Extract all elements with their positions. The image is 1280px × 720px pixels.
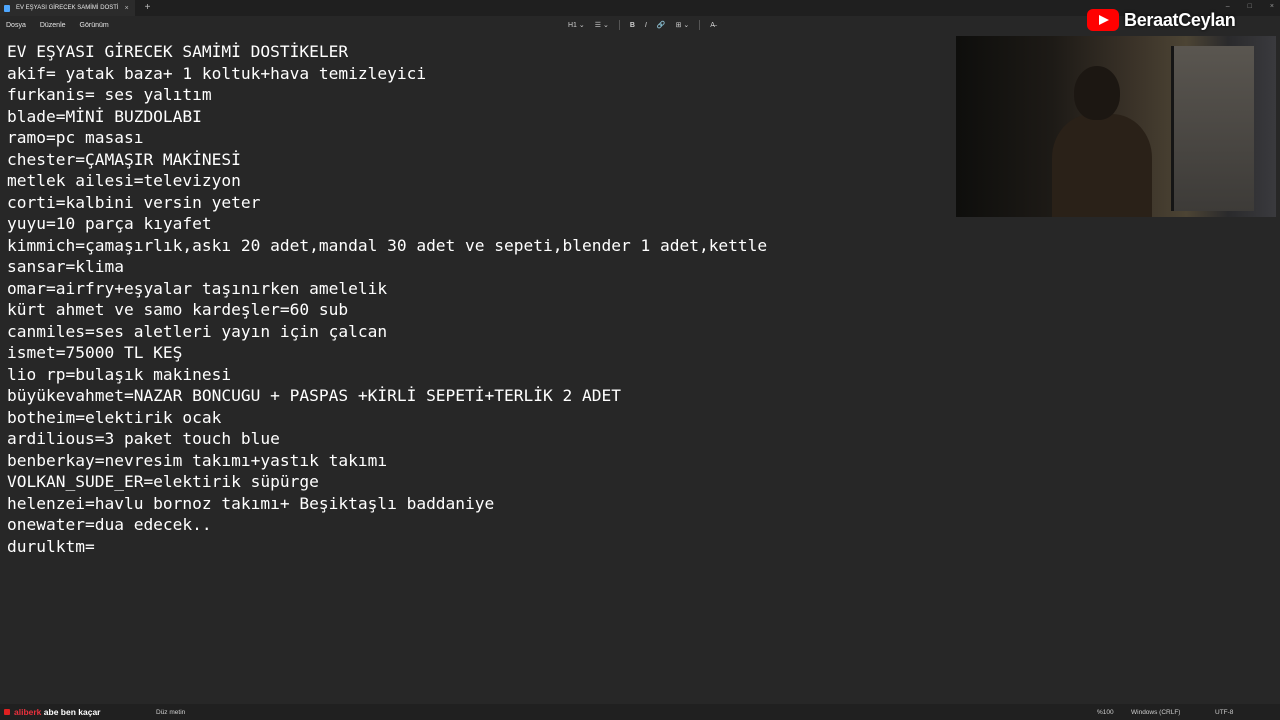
status-encoding[interactable]: UTF-8 — [1215, 709, 1233, 716]
link-icon[interactable]: 🔗 — [657, 21, 666, 29]
text-line[interactable]: büyükevahmet=NAZAR BONCUGU + PASPAS +KİR… — [7, 385, 947, 407]
heading-dropdown[interactable]: H1 ⌄ — [568, 21, 585, 29]
text-line[interactable]: EV EŞYASI GİRECEK SAMİMİ DOSTİKELER — [7, 41, 947, 63]
text-line[interactable]: VOLKAN_SUDE_ER=elektirik süpürge — [7, 471, 947, 493]
tab-close-icon[interactable]: × — [125, 5, 129, 12]
toolbar-divider — [618, 20, 620, 30]
text-line[interactable]: ardilious=3 paket touch blue — [7, 428, 947, 450]
text-line[interactable]: ramo=pc masası — [7, 127, 947, 149]
italic-button[interactable]: I — [645, 22, 647, 29]
bold-button[interactable]: B — [630, 22, 635, 29]
format-toolbar: H1 ⌄ ☰ ⌄ B I 🔗 ⊞ ⌄ A̶ — [568, 16, 715, 34]
menu-view[interactable]: Görünüm — [80, 22, 109, 29]
maximize-button[interactable]: □ — [1248, 0, 1252, 14]
menu-edit[interactable]: Düzenle — [40, 22, 66, 29]
new-tab-button[interactable]: + — [145, 0, 151, 16]
text-line[interactable]: lio rp=bulaşık makinesi — [7, 364, 947, 386]
tab-title: EV EŞYASI GİRECEK SAMİMİ DOSTİ — [16, 5, 119, 11]
text-editor[interactable]: EV EŞYASI GİRECEK SAMİMİ DOSTİKELER akif=… — [7, 41, 947, 557]
text-line[interactable]: sansar=klima — [7, 256, 947, 278]
text-line[interactable]: botheim=elektirik ocak — [7, 407, 947, 429]
text-line[interactable]: blade=MİNİ BUZDOLABI — [7, 106, 947, 128]
webcam-overlay — [956, 36, 1276, 217]
chat-icon — [4, 709, 10, 715]
text-line[interactable]: canmiles=ses aletleri yayın için çalcan — [7, 321, 947, 343]
text-line[interactable]: omar=airfry+eşyalar taşınırken amelelik — [7, 278, 947, 300]
text-line[interactable]: furkanis= ses yalıtım — [7, 84, 947, 106]
close-window-button[interactable]: × — [1270, 0, 1274, 14]
text-line[interactable]: helenzei=havlu bornoz takımı+ Beşiktaşlı… — [7, 493, 947, 515]
chat-message: abe ben kaçar — [43, 707, 101, 717]
status-text-mode[interactable]: Düz metin — [156, 709, 185, 716]
text-line[interactable]: benberkay=nevresim takımı+yastık takımı — [7, 450, 947, 472]
status-bar: aliberk abe ben kaçar Düz metin %100 Win… — [0, 704, 1280, 720]
webcam-person-head — [1074, 66, 1120, 120]
webcam-window-background — [1171, 46, 1254, 211]
text-line[interactable]: akif= yatak baza+ 1 koltuk+hava temizley… — [7, 63, 947, 85]
menu-file[interactable]: Dosya — [6, 22, 26, 29]
text-line[interactable]: kimmich=çamaşırlık,askı 20 adet,mandal 3… — [7, 235, 947, 257]
text-line[interactable]: chester=ÇAMAŞIR MAKİNESİ — [7, 149, 947, 171]
document-tab[interactable]: EV EŞYASI GİRECEK SAMİMİ DOSTİ × — [0, 0, 135, 16]
table-dropdown[interactable]: ⊞ ⌄ — [676, 21, 690, 29]
channel-logo: BeraatCeylan — [1087, 9, 1236, 31]
webcam-person-body — [1052, 114, 1152, 217]
chat-user: aliberk — [14, 707, 42, 717]
text-line[interactable]: onewater=dua edecek.. — [7, 514, 947, 536]
notepad-icon — [4, 4, 10, 12]
toolbar-divider — [699, 20, 701, 30]
status-zoom[interactable]: %100 — [1097, 709, 1114, 716]
youtube-icon — [1087, 9, 1119, 31]
status-line-ending[interactable]: Windows (CRLF) — [1131, 709, 1180, 716]
list-dropdown[interactable]: ☰ ⌄ — [595, 21, 609, 29]
channel-name: BeraatCeylan — [1124, 9, 1236, 30]
text-line[interactable]: yuyu=10 parça kıyafet — [7, 213, 947, 235]
text-line[interactable]: durulktm= — [7, 536, 947, 558]
text-line[interactable]: kürt ahmet ve samo kardeşler=60 sub — [7, 299, 947, 321]
text-line[interactable]: metlek ailesi=televizyon — [7, 170, 947, 192]
clear-formatting-icon[interactable]: A̶ — [710, 22, 715, 29]
text-line[interactable]: corti=kalbini versin yeter — [7, 192, 947, 214]
chat-ticker: aliberk abe ben kaçar — [4, 707, 100, 717]
text-line[interactable]: ismet=75000 TL KEŞ — [7, 342, 947, 364]
